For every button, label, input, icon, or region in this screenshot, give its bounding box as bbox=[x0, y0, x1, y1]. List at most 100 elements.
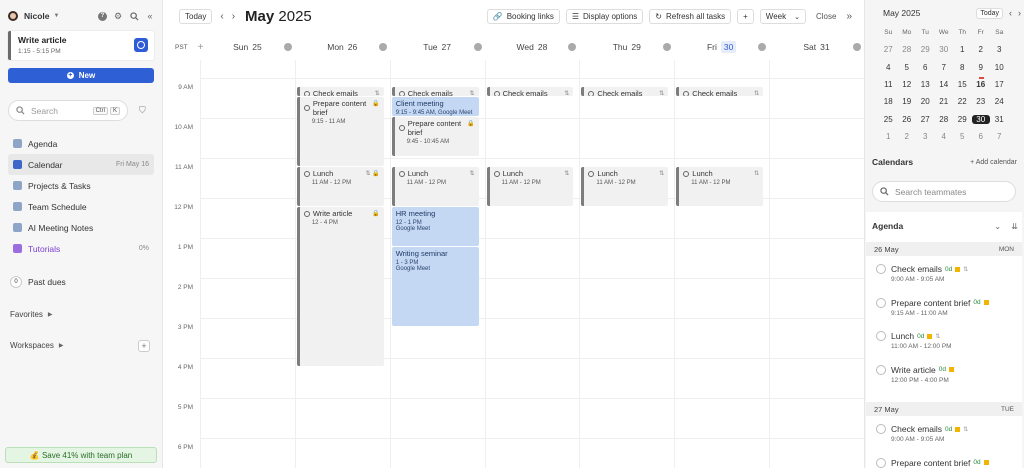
day-header-sun[interactable]: Sun 25 bbox=[200, 37, 295, 57]
task-checkbox[interactable] bbox=[876, 331, 886, 341]
day-header-wed[interactable]: Wed 28 bbox=[485, 37, 580, 57]
clock-icon[interactable] bbox=[852, 43, 861, 51]
display-options-button[interactable]: ☰ Display options bbox=[565, 9, 644, 24]
task-checkbox[interactable] bbox=[876, 264, 886, 274]
task-checkbox[interactable] bbox=[588, 90, 595, 96]
task-checkbox[interactable] bbox=[876, 297, 886, 308]
mini-today-button[interactable]: Today bbox=[976, 7, 1003, 19]
task-checkbox[interactable] bbox=[493, 170, 500, 177]
task-checkbox[interactable] bbox=[303, 105, 310, 111]
search-input[interactable]: Search Ctrl K bbox=[8, 100, 128, 121]
mini-calendar-day[interactable]: 1 bbox=[879, 132, 898, 141]
chevron-down-icon[interactable]: ▼ bbox=[54, 13, 60, 19]
mini-calendar-day[interactable]: 24 bbox=[990, 97, 1009, 106]
collapse-sidebar-icon[interactable]: « bbox=[145, 11, 155, 21]
clock-icon[interactable] bbox=[758, 43, 767, 51]
mini-calendar-day[interactable]: 4 bbox=[879, 63, 898, 72]
mini-calendar-day[interactable]: 7 bbox=[935, 63, 954, 72]
next-week-icon[interactable]: › bbox=[232, 11, 235, 22]
calendar-event[interactable]: Writing seminar 1 - 3 PM Google Meet bbox=[391, 247, 479, 326]
mini-calendar-day[interactable]: 26 bbox=[898, 115, 917, 124]
mini-calendar-day[interactable]: 29 bbox=[916, 45, 935, 54]
prev-week-icon[interactable]: ‹ bbox=[220, 11, 223, 22]
mini-calendar-day[interactable]: 2 bbox=[898, 132, 917, 141]
sidebar-item-agenda[interactable]: Agenda bbox=[8, 133, 154, 154]
search-icon[interactable] bbox=[129, 11, 139, 21]
mini-next-icon[interactable]: › bbox=[1018, 8, 1021, 18]
day-header-thu[interactable]: Thu 29 bbox=[579, 37, 674, 57]
week-grid[interactable]: 9 AM 10 AM 11 AM 12 PM 1 PM 2 PM 3 PM 4 PM 5 PM 6… bbox=[163, 60, 865, 468]
mini-calendar-day[interactable]: 4 bbox=[935, 132, 954, 141]
task-checkbox[interactable] bbox=[303, 90, 310, 96]
mini-calendar-day[interactable]: 19 bbox=[898, 97, 917, 106]
user-name[interactable]: Nicole bbox=[24, 11, 50, 21]
refresh-tasks-button[interactable]: ↻ Refresh all tasks bbox=[649, 9, 732, 24]
gear-icon[interactable]: ⚙ bbox=[113, 11, 123, 21]
mini-calendar-day[interactable]: 1 bbox=[953, 45, 972, 54]
collapse-all-icon[interactable]: ⇊ bbox=[1011, 222, 1018, 231]
calendar-event[interactable]: Check emails ⇅ bbox=[676, 87, 764, 96]
task-checkbox[interactable] bbox=[876, 364, 886, 375]
sidebar-item-team-schedule[interactable]: Team Schedule bbox=[8, 196, 154, 217]
view-select[interactable]: Week ⌄ bbox=[759, 9, 806, 24]
clock-icon[interactable] bbox=[568, 43, 577, 51]
mini-calendar-day[interactable]: 29 bbox=[953, 115, 972, 124]
calendar-event[interactable]: Lunch 11 AM - 12 PM ⇅ bbox=[676, 167, 764, 206]
mini-calendar-day[interactable]: 16 bbox=[972, 77, 991, 89]
mini-calendar-day[interactable]: 23 bbox=[972, 97, 991, 106]
mini-prev-icon[interactable]: ‹ bbox=[1009, 8, 1012, 18]
mini-calendar-day[interactable]: 17 bbox=[990, 80, 1009, 89]
close-panel-button[interactable]: Close bbox=[816, 12, 836, 21]
mini-calendar-day[interactable]: 15 bbox=[953, 80, 972, 89]
mini-calendar-day[interactable]: 3 bbox=[990, 45, 1009, 54]
calendar-event[interactable]: Prepare content brief 9:15 - 11 AM 🔒 bbox=[296, 97, 384, 166]
sidebar-item-ai-meeting-notes[interactable]: AI Meeting Notes bbox=[8, 217, 154, 238]
calendar-event[interactable]: Lunch 11 AM - 12 PM ⇅ bbox=[391, 167, 479, 206]
calendar-event[interactable]: HR meeting 12 - 1 PM Google Meet bbox=[391, 207, 479, 246]
calendar-event[interactable]: Check emails ⇅ bbox=[581, 87, 669, 96]
calendar-event[interactable]: Lunch 11 AM - 12 PM ⇅ 🔒 bbox=[296, 167, 384, 206]
calendar-event[interactable]: Client meeting 9:15 - 9:45 AM, Google Mee… bbox=[391, 97, 479, 116]
upgrade-promo-button[interactable]: 💰 Save 41% with team plan bbox=[5, 447, 157, 463]
mini-calendar-day[interactable]: 9 bbox=[972, 63, 991, 72]
clock-icon[interactable] bbox=[378, 43, 387, 51]
mini-calendar-day[interactable]: 5 bbox=[898, 63, 917, 72]
mini-calendar-day[interactable]: 5 bbox=[953, 132, 972, 141]
agenda-item[interactable]: Check emails 0d ⇅ 9:00 AM - 9:05 AM bbox=[876, 424, 1016, 443]
mini-calendar-day[interactable]: 21 bbox=[935, 97, 954, 106]
task-checkbox[interactable] bbox=[493, 90, 500, 96]
mini-calendar-day[interactable]: 10 bbox=[990, 63, 1009, 72]
agenda-item[interactable]: Write article 0d 12:00 PM - 4:00 PM bbox=[876, 364, 1016, 384]
mini-calendar-day[interactable]: 31 bbox=[990, 115, 1009, 124]
help-icon[interactable]: ? bbox=[98, 11, 107, 21]
calendar-event[interactable]: Lunch 11 AM - 12 PM ⇅ bbox=[581, 167, 669, 206]
mini-calendar-day[interactable]: 27 bbox=[879, 45, 898, 54]
today-button[interactable]: Today bbox=[179, 9, 213, 24]
task-checkbox[interactable] bbox=[683, 90, 690, 96]
task-checkbox[interactable] bbox=[398, 170, 405, 177]
mini-calendar-day[interactable]: 30 bbox=[971, 114, 990, 124]
mini-calendar-day[interactable]: 14 bbox=[935, 80, 954, 89]
add-calendar-button[interactable]: + Add calendar bbox=[970, 159, 1017, 166]
mini-calendar-day[interactable]: 7 bbox=[990, 132, 1009, 141]
mini-calendar-day[interactable]: 20 bbox=[916, 97, 935, 106]
mini-calendar-day[interactable]: 28 bbox=[935, 115, 954, 124]
day-header-fri[interactable]: Fri 30 bbox=[674, 37, 769, 57]
mini-calendar-day[interactable]: 2 bbox=[972, 45, 991, 54]
workspaces-section[interactable]: Workspaces ▶ bbox=[10, 341, 64, 350]
calendar-event[interactable]: Lunch 11 AM - 12 PM ⇅ bbox=[486, 167, 574, 206]
task-checkbox[interactable] bbox=[683, 170, 690, 177]
calendar-event[interactable]: Write article 12 - 4 PM 🔒 bbox=[296, 207, 384, 366]
mini-calendar-day[interactable]: 8 bbox=[953, 63, 972, 72]
mini-calendar-day[interactable]: 3 bbox=[916, 132, 935, 141]
new-button[interactable]: + New bbox=[8, 68, 154, 83]
past-dues[interactable]: 0 Past dues bbox=[10, 276, 66, 288]
clock-icon[interactable] bbox=[473, 43, 482, 51]
agenda-item[interactable]: Check emails 0d ⇅ 9:00 AM - 9:05 AM bbox=[876, 264, 1016, 283]
favorites-section[interactable]: Favorites ▶ bbox=[10, 310, 53, 319]
teammate-search-input[interactable]: Search teammates bbox=[872, 181, 1016, 202]
chevron-down-icon[interactable]: ⌄ bbox=[994, 222, 1001, 231]
add-workspace-button[interactable]: + bbox=[138, 340, 150, 352]
task-checkbox[interactable] bbox=[876, 424, 886, 434]
agenda-item[interactable]: Lunch 0d ⇅ 11:00 AM - 12:00 PM bbox=[876, 331, 1016, 350]
